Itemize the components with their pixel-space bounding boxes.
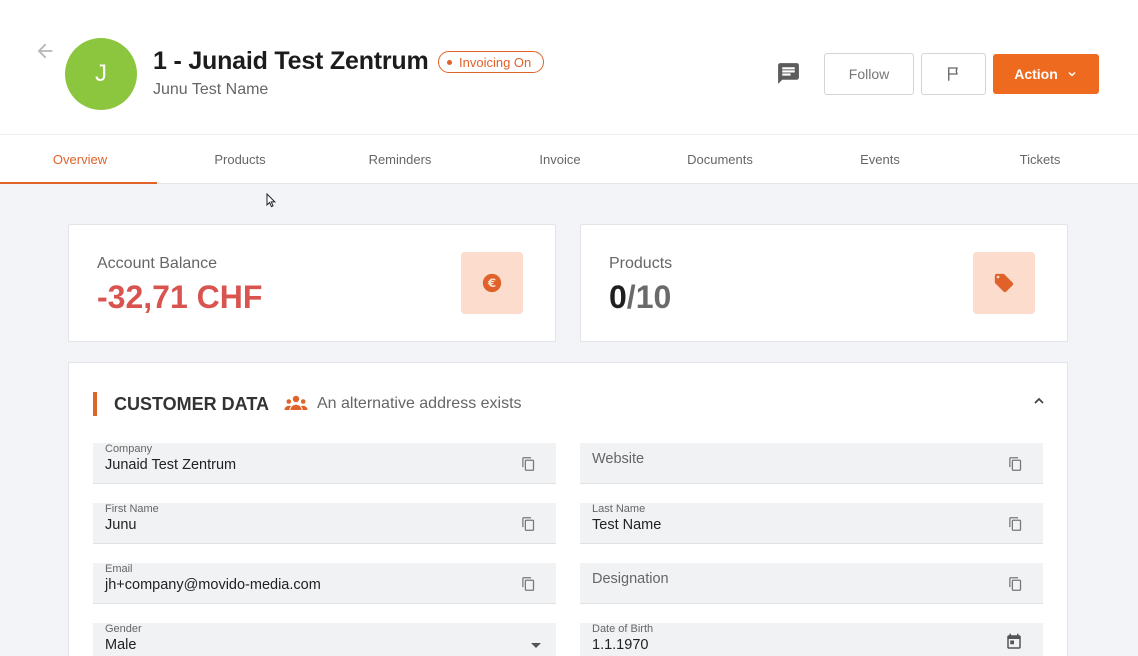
- tab-bar: Overview Products Reminders Invoice Docu…: [0, 134, 1138, 184]
- gender-label: Gender: [105, 623, 142, 635]
- copy-icon[interactable]: [521, 516, 536, 537]
- company-value: Junaid Test Zentrum: [105, 457, 237, 473]
- account-balance-value: -32,71 CHF: [97, 279, 263, 315]
- svg-text:€: €: [487, 276, 496, 290]
- action-button-label: Action: [1014, 66, 1058, 82]
- status-dot-icon: [447, 59, 452, 65]
- first-name-label: First Name: [105, 503, 159, 515]
- first-name-value: Junu: [105, 517, 137, 533]
- last-name-field[interactable]: Last Name Test Name: [580, 503, 1043, 544]
- date-of-birth-label: Date of Birth: [592, 623, 654, 635]
- tab-overview[interactable]: Overview: [0, 135, 160, 184]
- profile-header: J 1 - Junaid Test Zentrum Invoicing On J…: [0, 0, 1138, 134]
- last-name-label: Last Name: [592, 503, 646, 515]
- date-of-birth-field[interactable]: Date of Birth 1.1.1970: [580, 623, 1043, 656]
- euro-icon-box: €: [461, 252, 523, 314]
- products-card: Products 0/10: [580, 224, 1068, 342]
- first-name-field[interactable]: First Name Junu: [93, 503, 556, 544]
- customer-data-panel: CUSTOMER DATA An alternative address exi…: [68, 362, 1068, 656]
- website-placeholder: Website: [592, 451, 645, 467]
- flag-button[interactable]: [921, 53, 986, 95]
- tab-invoice[interactable]: Invoice: [480, 135, 640, 183]
- products-label: Products: [609, 255, 673, 272]
- follow-button[interactable]: Follow: [824, 53, 914, 95]
- comment-icon[interactable]: [776, 61, 801, 86]
- back-arrow-icon[interactable]: [34, 40, 56, 62]
- email-field[interactable]: Email jh+company@movido-media.com: [93, 563, 556, 604]
- website-field[interactable]: Website: [580, 443, 1043, 484]
- gender-select[interactable]: Gender Male: [93, 623, 556, 656]
- date-of-birth-value: 1.1.1970: [592, 637, 649, 653]
- mouse-cursor-icon: [266, 192, 276, 213]
- tab-events[interactable]: Events: [800, 135, 960, 183]
- last-name-value: Test Name: [592, 517, 662, 533]
- section-accent-bar: [93, 392, 97, 416]
- euro-icon: €: [482, 273, 502, 293]
- designation-placeholder: Designation: [592, 571, 669, 587]
- tag-icon: [994, 273, 1014, 293]
- tab-tickets[interactable]: Tickets: [960, 135, 1120, 183]
- dropdown-arrow-icon[interactable]: [530, 637, 542, 655]
- chevron-up-icon[interactable]: [1031, 393, 1047, 414]
- company-field[interactable]: Company Junaid Test Zentrum: [93, 443, 556, 484]
- account-balance-label: Account Balance: [97, 255, 218, 272]
- copy-icon[interactable]: [521, 576, 536, 597]
- tab-reminders[interactable]: Reminders: [320, 135, 480, 183]
- copy-icon[interactable]: [1008, 516, 1023, 537]
- action-button[interactable]: Action: [993, 54, 1099, 94]
- products-used: 0: [609, 279, 627, 315]
- calendar-icon[interactable]: [1005, 633, 1023, 656]
- designation-field[interactable]: Designation: [580, 563, 1043, 604]
- avatar: J: [65, 38, 137, 110]
- page-title: 1 - Junaid Test Zentrum: [153, 47, 429, 75]
- people-icon: [284, 394, 308, 419]
- page-subtitle: Junu Test Name: [153, 81, 269, 98]
- copy-icon[interactable]: [521, 456, 536, 477]
- flag-icon: [947, 67, 958, 81]
- products-value: 0/10: [609, 279, 671, 316]
- tag-icon-box: [973, 252, 1035, 314]
- email-label: Email: [105, 563, 133, 575]
- tab-documents[interactable]: Documents: [640, 135, 800, 183]
- tab-products[interactable]: Products: [160, 135, 320, 183]
- chevron-down-icon: [1068, 71, 1076, 77]
- copy-icon[interactable]: [1008, 576, 1023, 597]
- customer-data-heading: CUSTOMER DATA: [114, 394, 269, 414]
- email-value: jh+company@movido-media.com: [105, 577, 321, 593]
- copy-icon[interactable]: [1008, 456, 1023, 477]
- gender-value: Male: [105, 637, 137, 653]
- status-badge-label: Invoicing On: [459, 54, 532, 70]
- alternative-address-notice: An alternative address exists: [317, 395, 522, 412]
- products-total: /10: [626, 279, 672, 315]
- account-balance-card: Account Balance -32,71 CHF €: [68, 224, 556, 342]
- status-badge: Invoicing On: [438, 51, 545, 73]
- company-label: Company: [105, 443, 153, 455]
